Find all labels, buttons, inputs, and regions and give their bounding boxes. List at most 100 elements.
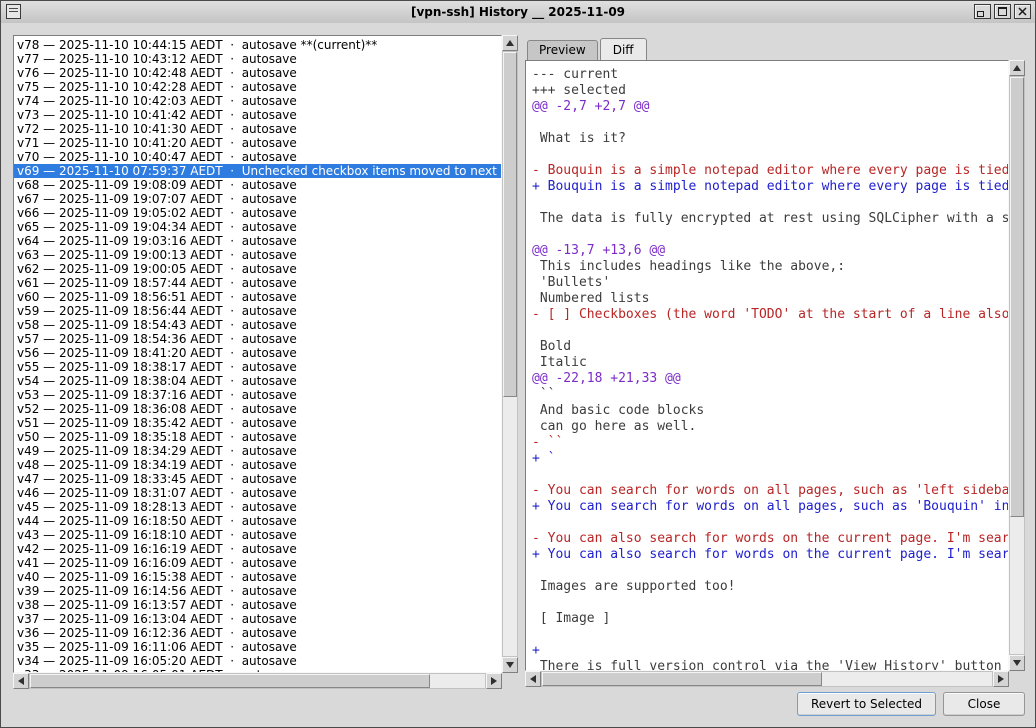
diff-line: --- current — [532, 67, 1008, 83]
scrollbar-thumb[interactable] — [1010, 77, 1024, 517]
diff-line — [532, 563, 1008, 579]
version-row[interactable]: v61 — 2025-11-09 18:57:44 AEDT · autosav… — [14, 276, 501, 290]
version-row[interactable]: v56 — 2025-11-09 18:41:20 AEDT · autosav… — [14, 346, 501, 360]
version-row[interactable]: v70 — 2025-11-10 10:40:47 AEDT · autosav… — [14, 150, 501, 164]
diff-line: Images are supported too! — [532, 579, 1008, 595]
version-row[interactable]: v75 — 2025-11-10 10:42:28 AEDT · autosav… — [14, 80, 501, 94]
diff-line: Italic — [532, 355, 1008, 371]
dialog-body: v78 — 2025-11-10 10:44:15 AEDT · autosav… — [1, 23, 1035, 727]
scrollbar-thumb[interactable] — [30, 674, 430, 688]
minimize-icon — [977, 11, 984, 17]
version-row[interactable]: v78 — 2025-11-10 10:44:15 AEDT · autosav… — [14, 38, 501, 52]
version-row[interactable]: v37 — 2025-11-09 16:13:04 AEDT · autosav… — [14, 612, 501, 626]
version-row[interactable]: v72 — 2025-11-10 10:41:30 AEDT · autosav… — [14, 122, 501, 136]
scroll-down-button[interactable] — [502, 657, 518, 673]
version-row[interactable]: v66 — 2025-11-09 19:05:02 AEDT · autosav… — [14, 206, 501, 220]
version-row[interactable]: v38 — 2025-11-09 16:13:57 AEDT · autosav… — [14, 598, 501, 612]
version-list-vertical-scrollbar[interactable] — [502, 35, 518, 673]
version-row[interactable]: v59 — 2025-11-09 18:56:44 AEDT · autosav… — [14, 304, 501, 318]
version-row[interactable]: v76 — 2025-11-10 10:42:48 AEDT · autosav… — [14, 66, 501, 80]
minimize-button[interactable] — [974, 4, 991, 19]
version-row[interactable]: v46 — 2025-11-09 18:31:07 AEDT · autosav… — [14, 486, 501, 500]
scroll-left-button[interactable] — [13, 673, 29, 689]
history-window: [vpn-ssh] History __ 2025-11-09 v78 — 20… — [0, 0, 1036, 728]
scroll-up-button[interactable] — [1009, 60, 1025, 76]
version-row[interactable]: v52 — 2025-11-09 18:36:08 AEDT · autosav… — [14, 402, 501, 416]
version-row[interactable]: v58 — 2025-11-09 18:54:43 AEDT · autosav… — [14, 318, 501, 332]
version-row[interactable]: v65 — 2025-11-09 19:04:34 AEDT · autosav… — [14, 220, 501, 234]
revert-to-selected-button[interactable]: Revert to Selected — [797, 692, 936, 716]
version-row[interactable]: v47 — 2025-11-09 18:33:45 AEDT · autosav… — [14, 472, 501, 486]
version-row[interactable]: v39 — 2025-11-09 16:14:56 AEDT · autosav… — [14, 584, 501, 598]
scrollbar-thumb[interactable] — [503, 52, 517, 397]
scrollbar-track[interactable] — [502, 51, 518, 657]
scroll-left-icon — [530, 675, 536, 683]
scrollbar-thumb[interactable] — [542, 672, 822, 686]
diff-panel: --- current+++ selected@@ -2,7 +2,7 @@ W… — [525, 60, 1025, 687]
tab-bar: Preview Diff — [527, 38, 649, 60]
version-row[interactable]: v50 — 2025-11-09 18:35:18 AEDT · autosav… — [14, 430, 501, 444]
scrollbar-corner — [502, 673, 518, 689]
scrollbar-corner — [1009, 671, 1025, 687]
close-icon — [1018, 7, 1027, 16]
version-row[interactable]: v41 — 2025-11-09 16:16:09 AEDT · autosav… — [14, 556, 501, 570]
diff-line — [532, 467, 1008, 483]
diff-line: The data is fully encrypted at rest usin… — [532, 211, 1008, 227]
version-row[interactable]: v60 — 2025-11-09 18:56:51 AEDT · autosav… — [14, 290, 501, 304]
version-row[interactable]: v67 — 2025-11-09 19:07:07 AEDT · autosav… — [14, 192, 501, 206]
version-row[interactable]: v40 — 2025-11-09 16:15:38 AEDT · autosav… — [14, 570, 501, 584]
diff-line — [532, 595, 1008, 611]
scroll-right-icon — [998, 675, 1004, 683]
version-row[interactable]: v49 — 2025-11-09 18:34:29 AEDT · autosav… — [14, 444, 501, 458]
diff-content[interactable]: --- current+++ selected@@ -2,7 +2,7 @@ W… — [525, 60, 1009, 671]
version-row[interactable]: v57 — 2025-11-09 18:54:36 AEDT · autosav… — [14, 332, 501, 346]
diff-line — [532, 323, 1008, 339]
diff-line: `` — [532, 387, 1008, 403]
scroll-left-button[interactable] — [525, 671, 541, 687]
diff-line — [532, 627, 1008, 643]
version-list-horizontal-scrollbar[interactable] — [13, 673, 502, 689]
scrollbar-track[interactable] — [29, 673, 486, 689]
window-controls — [974, 4, 1031, 19]
version-row[interactable]: v51 — 2025-11-09 18:35:42 AEDT · autosav… — [14, 416, 501, 430]
diff-line: + You can also search for words on the c… — [532, 547, 1008, 563]
version-row[interactable]: v36 — 2025-11-09 16:12:36 AEDT · autosav… — [14, 626, 501, 640]
version-row[interactable]: v35 — 2025-11-09 16:11:06 AEDT · autosav… — [14, 640, 501, 654]
scroll-down-icon — [1013, 660, 1021, 666]
version-row[interactable]: v55 — 2025-11-09 18:38:17 AEDT · autosav… — [14, 360, 501, 374]
close-button[interactable] — [1014, 4, 1031, 19]
version-row[interactable]: v62 — 2025-11-09 19:00:05 AEDT · autosav… — [14, 262, 501, 276]
version-row[interactable]: v53 — 2025-11-09 18:37:16 AEDT · autosav… — [14, 388, 501, 402]
diff-horizontal-scrollbar[interactable] — [525, 671, 1009, 687]
scroll-down-button[interactable] — [1009, 655, 1025, 671]
version-row[interactable]: v34 — 2025-11-09 16:05:20 AEDT · autosav… — [14, 654, 501, 668]
version-row[interactable]: v64 — 2025-11-09 19:03:16 AEDT · autosav… — [14, 234, 501, 248]
version-row[interactable]: v42 — 2025-11-09 16:16:19 AEDT · autosav… — [14, 542, 501, 556]
maximize-button[interactable] — [994, 4, 1011, 19]
version-row[interactable]: v74 — 2025-11-10 10:42:03 AEDT · autosav… — [14, 94, 501, 108]
version-row[interactable]: v54 — 2025-11-09 18:38:04 AEDT · autosav… — [14, 374, 501, 388]
maximize-icon — [998, 7, 1007, 16]
scroll-right-button[interactable] — [993, 671, 1009, 687]
close-dialog-button[interactable]: Close — [943, 692, 1025, 716]
scrollbar-track[interactable] — [541, 671, 993, 687]
version-list-panel: v78 — 2025-11-10 10:44:15 AEDT · autosav… — [13, 35, 518, 689]
version-row[interactable]: v77 — 2025-11-10 10:43:12 AEDT · autosav… — [14, 52, 501, 66]
scroll-up-button[interactable] — [502, 35, 518, 51]
tab-preview[interactable]: Preview — [527, 40, 598, 60]
diff-line: + — [532, 643, 1008, 659]
version-row[interactable]: v63 — 2025-11-09 19:00:13 AEDT · autosav… — [14, 248, 501, 262]
version-row[interactable]: v69 — 2025-11-10 07:59:37 AEDT · Uncheck… — [14, 164, 501, 178]
version-row[interactable]: v71 — 2025-11-10 10:41:20 AEDT · autosav… — [14, 136, 501, 150]
version-row[interactable]: v48 — 2025-11-09 18:34:19 AEDT · autosav… — [14, 458, 501, 472]
scroll-right-button[interactable] — [486, 673, 502, 689]
version-row[interactable]: v45 — 2025-11-09 18:28:13 AEDT · autosav… — [14, 500, 501, 514]
version-row[interactable]: v73 — 2025-11-10 10:41:42 AEDT · autosav… — [14, 108, 501, 122]
scrollbar-track[interactable] — [1009, 76, 1025, 655]
tab-diff[interactable]: Diff — [600, 38, 647, 60]
diff-line: - Bouquin is a simple notepad editor whe… — [532, 163, 1008, 179]
version-row[interactable]: v44 — 2025-11-09 16:18:50 AEDT · autosav… — [14, 514, 501, 528]
version-row[interactable]: v43 — 2025-11-09 16:18:10 AEDT · autosav… — [14, 528, 501, 542]
diff-vertical-scrollbar[interactable] — [1009, 60, 1025, 671]
version-row[interactable]: v68 — 2025-11-09 19:08:09 AEDT · autosav… — [14, 178, 501, 192]
